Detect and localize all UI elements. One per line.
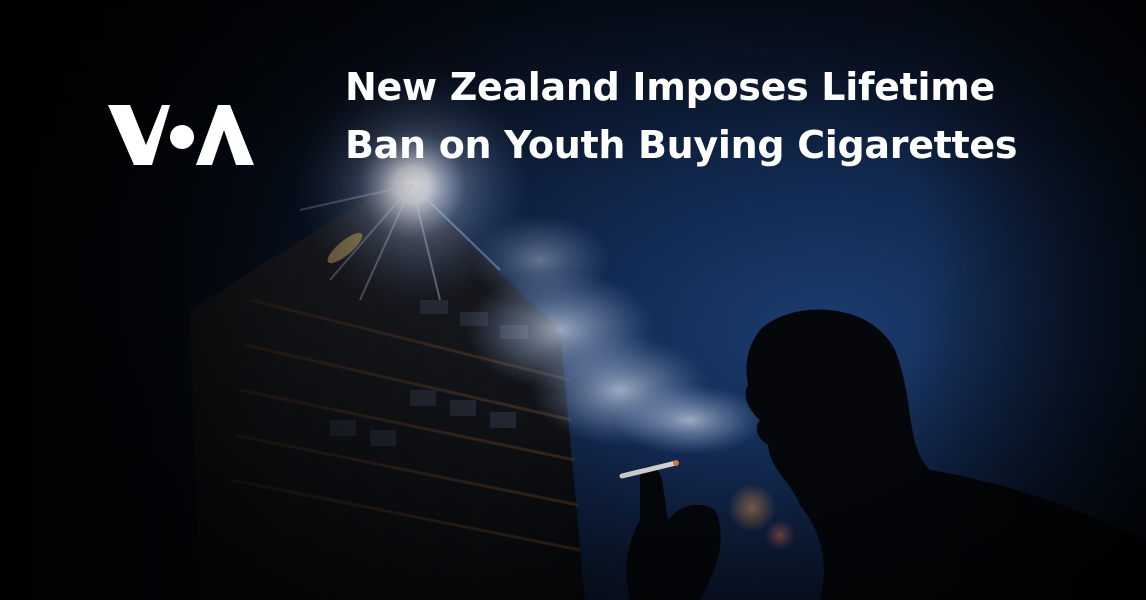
headline-line-1: New Zealand Imposes Lifetime (345, 65, 996, 109)
voa-logo (108, 105, 254, 165)
headline-line-2: Ban on Youth Buying Cigarettes (345, 123, 1018, 167)
hero-image: New Zealand Imposes Lifetime Ban on Yout… (0, 0, 1146, 600)
headline: New Zealand Imposes Lifetime Ban on Yout… (345, 58, 1018, 174)
